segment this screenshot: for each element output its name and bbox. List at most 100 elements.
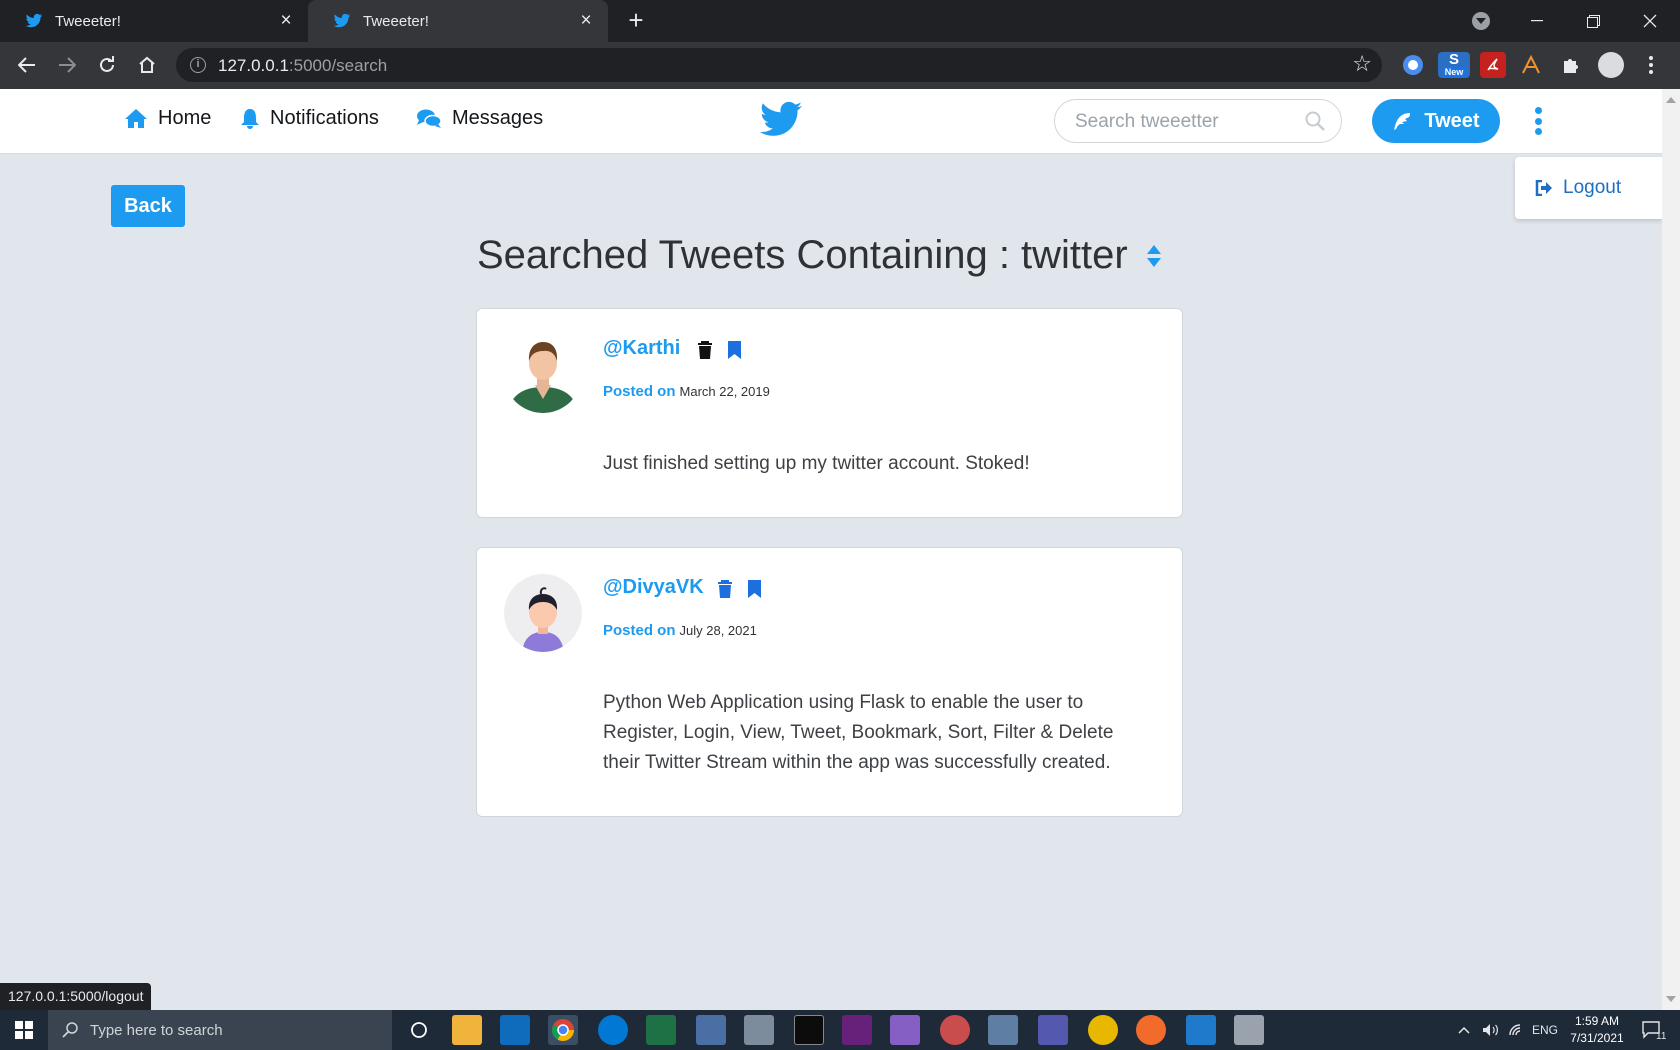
search-input[interactable] [1075, 110, 1295, 134]
notification-count: 11 [1656, 1030, 1667, 1042]
teams-icon[interactable] [1038, 1015, 1068, 1045]
extension-a-icon[interactable] [1518, 52, 1544, 78]
posted-label: Posted on [603, 383, 676, 400]
tweet-button[interactable]: Tweet [1372, 99, 1500, 143]
tray-chevron-icon[interactable] [1458, 1010, 1470, 1050]
tweet-author-handle[interactable]: @DivyaVK [603, 576, 704, 599]
url-path: :5000/search [288, 56, 388, 75]
extension-badge: New [1442, 67, 1466, 77]
comments-icon [417, 109, 442, 128]
nav-messages[interactable]: Messages [416, 107, 543, 130]
tweet-card: @DivyaVK Posted on July 28, 2021 Python W… [476, 547, 1183, 817]
nav-home[interactable]: Home [124, 107, 211, 130]
app-yellow-icon[interactable] [1088, 1015, 1118, 1045]
taskbar-search-box[interactable]: Type here to search [48, 1010, 392, 1050]
avatar[interactable] [504, 335, 582, 413]
volume-icon[interactable] [1482, 1010, 1500, 1050]
home-icon[interactable] [132, 50, 162, 80]
close-icon[interactable]: × [576, 11, 596, 31]
tweet-body: Python Web Application using Flask to en… [603, 692, 1114, 773]
network-app-icon[interactable] [696, 1015, 726, 1045]
back-button[interactable]: Back [111, 185, 185, 227]
trash-icon[interactable] [717, 579, 733, 599]
new-tab-plus-icon[interactable]: + [624, 7, 648, 34]
twitter-bird-icon [25, 13, 43, 28]
search-box[interactable] [1054, 99, 1342, 143]
user-dropdown-menu: Logout [1515, 157, 1662, 219]
cortana-icon[interactable] [404, 1015, 434, 1045]
posted-date-value: July 28, 2021 [679, 623, 757, 638]
scroll-up-arrow-icon[interactable] [1666, 97, 1676, 103]
tab-search-icon[interactable] [1472, 12, 1490, 30]
logout-label: Logout [1563, 177, 1622, 198]
wifi-icon[interactable] [1508, 1010, 1524, 1050]
close-icon[interactable]: × [276, 11, 296, 31]
minimize-icon[interactable] [1512, 0, 1562, 42]
spreadsheet-app-icon[interactable] [646, 1015, 676, 1045]
browser-toolbar: i 127.0.0.1:5000/search ☆ S New [0, 42, 1680, 89]
scroll-down-arrow-icon[interactable] [1666, 996, 1676, 1002]
nav-notifications[interactable]: Notifications [240, 107, 379, 130]
bookmark-icon[interactable] [727, 340, 742, 360]
restore-icon[interactable] [1568, 0, 1618, 42]
window-close-icon[interactable] [1625, 0, 1675, 42]
sort-icon[interactable] [1146, 244, 1162, 268]
terminal-icon[interactable] [794, 1015, 824, 1045]
extension-s-glyph: S [1448, 51, 1459, 68]
extension-new-icon[interactable]: S New [1438, 52, 1470, 78]
more-options-icon[interactable] [1530, 103, 1546, 139]
nav-messages-label: Messages [452, 107, 544, 129]
tab-title: Tweeeter! [363, 12, 429, 30]
database-stack-icon[interactable] [1234, 1015, 1264, 1045]
visual-studio-icon[interactable] [842, 1015, 872, 1045]
windows-taskbar: Type here to search ENG 1:59 AM 7/31/202… [0, 1010, 1680, 1050]
back-arrow-icon[interactable] [12, 50, 42, 80]
reload-icon[interactable] [92, 50, 122, 80]
clock-time: 1:59 AM [1574, 1014, 1620, 1028]
page-scrollbar[interactable] [1662, 89, 1680, 1010]
feather-icon [1394, 113, 1411, 130]
tweet-actions [697, 340, 756, 360]
postman-icon[interactable] [1136, 1015, 1166, 1045]
pdf-extension-icon[interactable] [1480, 52, 1506, 78]
remote-desktop-icon[interactable] [988, 1015, 1018, 1045]
photo-viewer-icon[interactable] [744, 1015, 774, 1045]
tweet-actions [717, 579, 776, 599]
tab-title: Tweeeter! [55, 12, 121, 30]
extensions-puzzle-icon[interactable] [1558, 52, 1584, 78]
vscode-icon[interactable] [1186, 1015, 1216, 1045]
sign-out-icon [1535, 180, 1552, 196]
bookmark-star-icon[interactable]: ☆ [1352, 53, 1372, 75]
page-title-text: Searched Tweets Containing : twitter [477, 233, 1128, 277]
posted-date-value: March 22, 2019 [679, 384, 770, 399]
tweet-author-handle[interactable]: @Karthi [603, 337, 680, 360]
extension-circle-icon[interactable] [1400, 52, 1426, 78]
tweet-posted-date: Posted on July 28, 2021 [603, 622, 757, 639]
outlook-icon[interactable] [500, 1015, 530, 1045]
address-bar[interactable]: i 127.0.0.1:5000/search ☆ [176, 48, 1382, 82]
twitter-logo-icon[interactable] [758, 100, 804, 140]
logout-link[interactable]: Logout [1535, 177, 1621, 199]
search-icon[interactable] [1305, 111, 1325, 131]
language-indicator[interactable]: ENG [1532, 1010, 1558, 1050]
file-explorer-icon[interactable] [452, 1015, 482, 1045]
windows-start-icon[interactable] [0, 1010, 48, 1050]
browser-tab-2-active[interactable]: Tweeeter! × [308, 0, 608, 42]
trash-icon[interactable] [697, 340, 713, 360]
chrome-menu-icon[interactable] [1638, 52, 1664, 78]
visual-studio-preview-icon[interactable] [890, 1015, 920, 1045]
chrome-icon[interactable] [548, 1015, 578, 1045]
bookmark-icon[interactable] [747, 579, 762, 599]
browser-tab-1[interactable]: Tweeeter! × [0, 0, 308, 42]
taskbar-clock[interactable]: 1:59 AM 7/31/2021 [1562, 1013, 1632, 1047]
database-tool-icon[interactable] [940, 1015, 970, 1045]
skype-icon[interactable] [598, 1015, 628, 1045]
avatar[interactable] [504, 574, 582, 652]
forward-arrow-icon[interactable] [52, 50, 82, 80]
profile-avatar-icon[interactable] [1598, 52, 1624, 78]
tweet-button-label: Tweet [1424, 109, 1480, 132]
notification-center-icon[interactable]: 11 [1642, 1010, 1666, 1050]
home-icon [125, 109, 147, 128]
nav-home-label: Home [158, 107, 212, 129]
site-info-icon[interactable]: i [190, 57, 206, 73]
